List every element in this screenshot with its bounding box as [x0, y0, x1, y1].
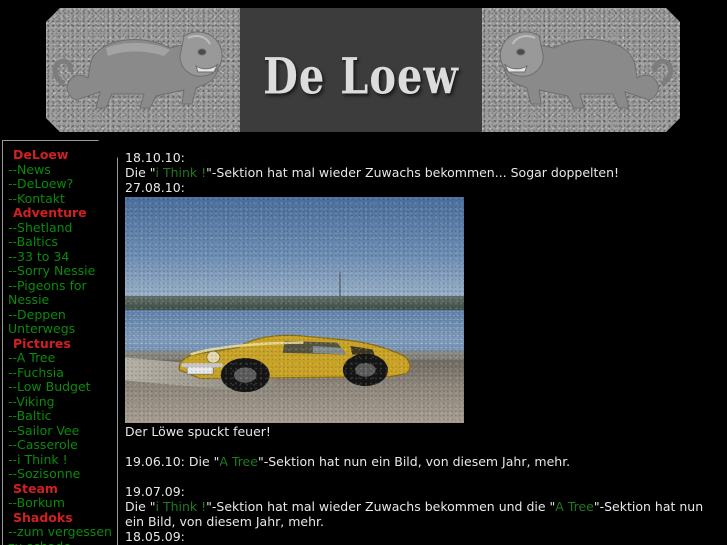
site-banner: De Loew: [46, 8, 680, 132]
sidebar-item-label: Baltic: [16, 408, 52, 423]
sidebar-heading-shadoks: Shadoks: [13, 509, 73, 525]
sidebar-dash-marker: --: [8, 466, 18, 481]
content-link[interactable]: A Tree: [555, 499, 594, 514]
sidebar-item-i-think[interactable]: --i Think !: [8, 451, 117, 468]
entry-date: 18.10.10:: [125, 150, 185, 165]
content-link[interactable]: A Tree: [219, 454, 258, 469]
sidebar-item-label: Borkum: [16, 495, 65, 510]
entry-date: 19.06.10:: [125, 454, 189, 469]
sidebar-item-label: Deppen Unterwegs: [8, 306, 76, 336]
sidebar-item-zum-vergessen-zu-schade[interactable]: --zum vergessen zu schade: [8, 524, 117, 545]
sidebar-item-casserole[interactable]: --Casserole: [8, 437, 117, 453]
sidebar-dash-marker: --: [8, 277, 18, 293]
sidebar-navigation: DeLoew --News --DeLoew? --Kontakt Adventure -…: [2, 140, 118, 545]
sidebar-dash-marker: --: [8, 495, 17, 510]
content-link[interactable]: i Think !: [156, 165, 207, 180]
page-root: De Loew DeLoew --News --DeLoew? --Kontak…: [0, 0, 727, 545]
sidebar-item-a-tree[interactable]: --A Tree: [8, 350, 117, 366]
sidebar-dash-marker: --: [8, 379, 18, 394]
sidebar-item-label: Shetland: [17, 219, 73, 235]
sidebar-item-sorry-nessie[interactable]: --Sorry Nessie: [8, 263, 117, 279]
sidebar-heading-deloew: DeLoew: [13, 147, 69, 162]
content-text: "-Sektion hat mal wieder Zuwachs bekomme…: [206, 165, 620, 180]
sidebar-dash-marker: --: [8, 190, 18, 206]
sidebar-dash-marker: --: [8, 437, 18, 452]
entry-date: 19.07.09:: [125, 484, 185, 499]
sidebar-dash-marker: --: [8, 161, 18, 177]
banner-title-panel: De Loew: [240, 8, 482, 132]
sidebar-item-news[interactable]: --News: [8, 161, 117, 178]
sidebar-heading-adventure: Adventure: [13, 205, 87, 220]
sidebar-dash-marker: --: [8, 219, 18, 235]
sidebar-item-label: 33 to 34: [17, 248, 70, 264]
sidebar-item-label: Low Budget: [17, 379, 91, 394]
sidebar-item-deloew[interactable]: --DeLoew?: [8, 176, 117, 192]
sidebar-item-kontakt[interactable]: --Kontakt: [8, 190, 117, 207]
sidebar-item-label: Sozisonne: [17, 466, 81, 481]
sidebar-dash-marker: --: [8, 364, 18, 380]
sidebar-item-33-to-34[interactable]: --33 to 34: [8, 248, 117, 265]
main-content: 18.10.10: Die "i Think !"-Sektion hat mal…: [125, 150, 725, 545]
entry-date: 27.08.10:: [125, 180, 185, 195]
content-text: "-Sektion hat mal wieder Zuwachs bekomme…: [206, 499, 556, 514]
sidebar-item-label: i Think !: [17, 451, 68, 467]
sidebar-item-label: Viking: [16, 393, 55, 409]
sidebar-item-label: DeLoew?: [17, 176, 74, 191]
sidebar-dash-marker: --: [8, 408, 17, 423]
sidebar-item-borkum[interactable]: --Borkum: [8, 495, 117, 511]
sidebar-heading-pictures: Pictures: [13, 335, 71, 351]
news-entry: Die "i Think !"-Sektion hat mal wieder Z…: [125, 165, 725, 180]
sidebar-item-deppen-unterwegs[interactable]: --Deppen Unterwegs: [8, 306, 117, 337]
sidebar-item-label: Sorry Nessie: [17, 263, 96, 278]
photo-caption: Der Löwe spuckt feuer!: [125, 424, 271, 439]
sidebar-dash-marker: --: [8, 234, 17, 249]
site-title: De Loew: [263, 46, 459, 106]
sidebar-item-label: Fuchsia: [17, 364, 64, 380]
news-entry: Die "i Think !"-Sektion hat mal wieder Z…: [125, 499, 725, 529]
banner-lion-left: [46, 8, 240, 132]
sidebar-item-pigeons-for-nessie[interactable]: --Pigeons for Nessie: [8, 277, 117, 308]
sidebar-dash-marker: --: [8, 263, 18, 278]
entry-date: 18.05.09:: [125, 529, 185, 544]
sidebar-dash-marker: --: [8, 350, 17, 365]
sidebar-item-label: Sailor Vee: [17, 422, 80, 438]
photo-grain: [125, 197, 464, 423]
sidebar-item-baltics[interactable]: --Baltics: [8, 234, 117, 250]
sidebar-item-label: A Tree: [16, 350, 56, 365]
lion-statue-icon: [46, 8, 240, 132]
content-link[interactable]: i Think !: [156, 499, 207, 514]
sidebar-item-label: Kontakt: [17, 190, 65, 206]
sidebar-item-sailor-vee[interactable]: --Sailor Vee: [8, 422, 117, 439]
lion-statue-icon: [482, 8, 680, 132]
sidebar-item-low-budget[interactable]: --Low Budget: [8, 379, 117, 395]
sidebar-dash-marker: --: [8, 176, 18, 191]
sidebar-heading-steam: Steam: [13, 480, 58, 496]
banner-lion-right: [482, 8, 680, 132]
content-text: "-Sektion hat nun ein Bild, von diesem J…: [257, 454, 571, 469]
sidebar-item-baltic[interactable]: --Baltic: [8, 408, 117, 424]
sidebar-item-label: News: [17, 161, 51, 177]
sidebar-item-label: Baltics: [16, 234, 59, 249]
news-photo[interactable]: [125, 197, 464, 423]
sidebar-item-sozisonne[interactable]: --Sozisonne: [8, 466, 117, 482]
sidebar-item-label: Pigeons for Nessie: [8, 277, 87, 307]
sidebar-item-viking[interactable]: --Viking: [8, 393, 117, 410]
sidebar-item-label: zum vergessen zu schade: [8, 524, 112, 545]
sidebar-dash-marker: --: [8, 451, 18, 467]
content-text: Die ": [125, 499, 156, 514]
sidebar-dash-marker: --: [8, 306, 18, 322]
content-text: Die ": [125, 165, 156, 180]
sidebar-item-fuchsia[interactable]: --Fuchsia: [8, 364, 117, 381]
sidebar-item-label: Casserole: [17, 437, 78, 452]
sidebar-dash-marker: --: [8, 248, 18, 264]
sidebar-dash-marker: --: [8, 524, 18, 539]
sidebar-dash-marker: --: [8, 422, 18, 438]
news-entry: 19.06.10: Die "A Tree"-Sektion hat nun e…: [125, 454, 725, 469]
sidebar-item-shetland[interactable]: --Shetland: [8, 219, 117, 236]
content-text: Die ": [188, 454, 220, 469]
